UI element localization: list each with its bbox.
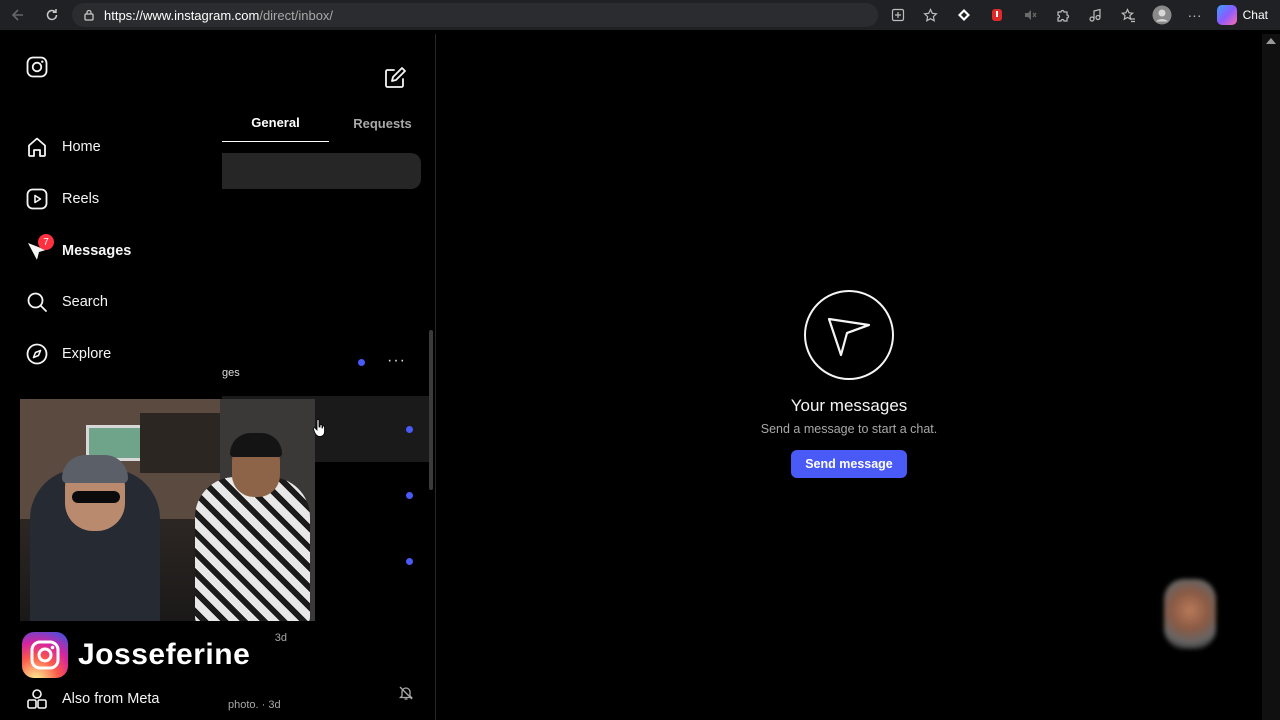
tab-general[interactable]: General — [222, 104, 329, 142]
home-icon — [26, 136, 48, 158]
unread-indicator — [406, 426, 413, 433]
unread-badge: 7 — [38, 234, 54, 250]
more-options-icon[interactable]: ··· — [387, 352, 406, 370]
webcam-overlay — [20, 399, 315, 621]
sidebar-item-label: Also from Meta — [62, 691, 160, 707]
meta-apps-icon — [26, 688, 48, 710]
inbox-empty-state: Your messages Send a message to start a … — [749, 290, 949, 478]
sidebar-item-label: Search — [62, 294, 108, 310]
send-message-button[interactable]: Send message — [791, 450, 907, 478]
empty-state-title: Your messages — [790, 396, 908, 415]
unread-indicator — [406, 558, 413, 565]
webcam-shelf — [140, 413, 220, 473]
sidebar-item-reels[interactable]: Reels — [26, 184, 99, 214]
lock-icon[interactable] — [82, 8, 96, 22]
tab-requests[interactable]: Requests — [329, 104, 436, 142]
message-circle-icon — [804, 290, 894, 380]
sidebar-item-label: Reels — [62, 191, 100, 207]
refresh-icon[interactable] — [38, 1, 66, 29]
mute-icon[interactable] — [1016, 3, 1043, 27]
sidebar-item-label: Messages — [62, 243, 132, 259]
new-message-icon[interactable] — [384, 67, 406, 89]
copilot-chat-button[interactable]: Chat — [1216, 3, 1268, 27]
search-icon — [26, 291, 48, 313]
streamer-name: Josseferine — [78, 638, 251, 671]
browser-toolbar: https://www.instagram.com/direct/inbox/ … — [0, 0, 1280, 30]
explore-icon — [26, 343, 48, 365]
music-icon[interactable] — [1082, 3, 1109, 27]
url-path: /direct/inbox/ — [259, 7, 334, 23]
page-scrollbar[interactable] — [1262, 34, 1280, 720]
conversation-snippet: ges — [222, 367, 240, 379]
empty-state-subtitle: Send a message to start a chat. — [760, 422, 938, 436]
unread-indicator — [358, 359, 365, 366]
copilot-icon — [1216, 5, 1237, 25]
hand-cursor-icon — [313, 419, 325, 437]
profile-icon[interactable] — [1148, 3, 1175, 27]
app-available-icon[interactable] — [884, 3, 911, 27]
unread-indicator — [406, 492, 413, 499]
sidebar-item-search[interactable]: Search — [26, 287, 108, 317]
back-arrow-icon[interactable] — [4, 1, 32, 29]
sidebar-item-also-from-meta[interactable]: Also from Meta — [26, 684, 160, 714]
more-icon[interactable]: ··· — [1181, 3, 1208, 27]
favorites-icon[interactable] — [1115, 3, 1142, 27]
chat-label: Chat — [1242, 8, 1268, 22]
sidebar-item-messages[interactable]: 7 Messages — [26, 234, 132, 266]
inbox-tabs: General Requests — [222, 104, 436, 142]
scroll-up-arrow-icon[interactable] — [1266, 38, 1276, 44]
streamer-name-tag: Josseferine — [20, 631, 272, 679]
sidebar-item-explore[interactable]: Explore — [26, 339, 111, 369]
search-input[interactable] — [222, 153, 421, 189]
overlay-blurred-object — [1164, 579, 1216, 649]
extension-diamond-icon[interactable] — [950, 3, 977, 27]
extension-red-icon[interactable] — [983, 3, 1010, 27]
sidebar-item-label: Home — [62, 139, 101, 155]
address-bar[interactable]: https://www.instagram.com/direct/inbox/ — [72, 3, 878, 27]
webcam-cap — [62, 455, 128, 483]
webcam-person-right — [195, 477, 310, 621]
conversation-list-scrollbar[interactable] — [429, 330, 433, 490]
extensions-puzzle-icon[interactable] — [1049, 3, 1076, 27]
sidebar-item-home[interactable]: Home — [26, 132, 101, 162]
favorite-star-icon[interactable] — [917, 3, 944, 27]
conversation-snippet: photo. · 3d — [228, 699, 281, 711]
webcam-person-right-hair — [230, 433, 282, 457]
instagram-logo-icon[interactable] — [26, 56, 48, 78]
browser-extension-icons: ··· — [884, 3, 1208, 27]
messages-icon: 7 — [26, 234, 54, 262]
instagram-logo-icon — [22, 632, 68, 678]
url-host: https://www.instagram.com — [104, 7, 260, 23]
muted-bell-icon — [398, 686, 414, 700]
webcam-glasses — [72, 491, 120, 503]
reels-icon — [26, 188, 48, 210]
sidebar-item-label: Explore — [62, 346, 112, 362]
